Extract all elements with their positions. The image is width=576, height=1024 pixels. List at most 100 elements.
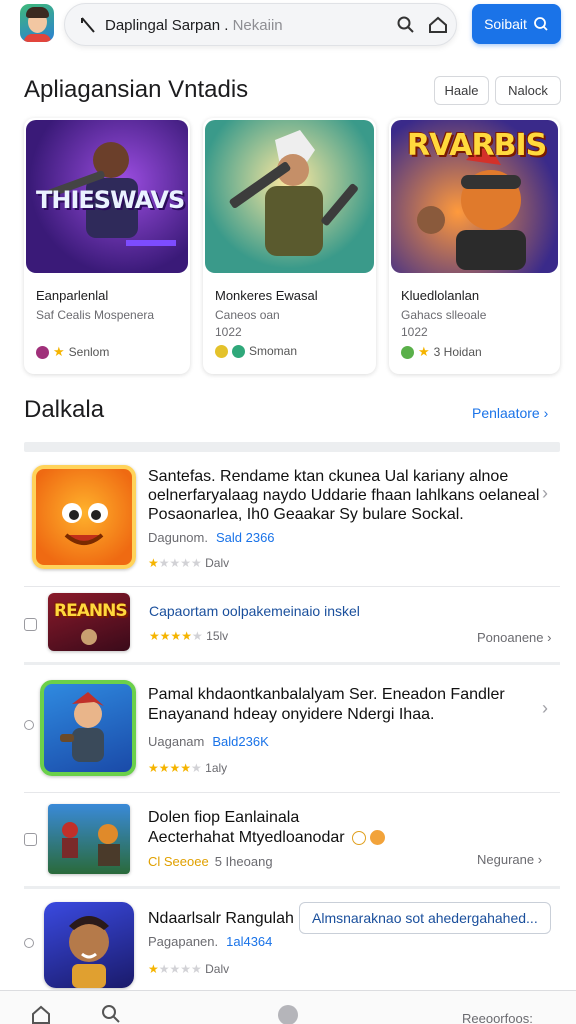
card-year: 1022 (401, 325, 428, 339)
card-meta-label: 3 Hoidan (433, 345, 482, 359)
card-name: Eanparlenlal (36, 288, 109, 303)
app-icon (32, 465, 136, 569)
bottom-nav-label[interactable]: Reeoorfoos: (462, 1011, 533, 1024)
smile-icon (370, 830, 386, 846)
card-name: Kluedlolanlan (401, 288, 480, 303)
rating-text: Dalv (205, 556, 230, 570)
item-action-link[interactable]: Negurane › (477, 852, 542, 867)
see-more-link[interactable]: Penlaatore › (472, 405, 548, 421)
card-name: Monkeres Ewasal (215, 288, 318, 303)
section-divider (24, 442, 560, 452)
list-item[interactable]: Santefas. Rendame ktan ckunea Ual karian… (0, 455, 576, 585)
card-meta-label: Smoman (249, 344, 298, 358)
search-icon[interactable] (395, 14, 417, 36)
search-input[interactable]: Daplingal Sarpan . Nekaiin (105, 17, 283, 34)
app-card[interactable]: Monkeres Ewasal Caneos oan 1022 Smoman (203, 118, 376, 374)
home-icon[interactable] (30, 1003, 52, 1024)
rating-text: 1aly (205, 761, 228, 775)
item-checkbox[interactable] (24, 618, 37, 631)
search-button-label: Soibait (484, 16, 527, 32)
chevron-right-icon[interactable]: › (542, 698, 548, 719)
rating-text: Dalv (205, 962, 230, 976)
star-icon: ★ (53, 344, 65, 359)
badge-icon (232, 344, 245, 358)
item-meta-label: Uaganam (148, 734, 205, 749)
pen-icon (81, 17, 95, 33)
item-description-text: Aecterhahat Mtyedloanodar (148, 829, 345, 846)
item-radio[interactable] (24, 938, 34, 948)
search-icon[interactable] (100, 1003, 122, 1024)
item-title: Dolen fiop Eanlainala (148, 809, 300, 826)
list-item[interactable]: Ndaarlsalr Rangulah Almsnaraknao sot ahe… (0, 892, 576, 988)
card-subtitle: Caneos oan (215, 308, 280, 322)
rating-text: 15lv (206, 629, 229, 643)
card-art-title: THIESWAVS (36, 186, 185, 214)
card-subtitle: Gahacs slleoale (401, 308, 487, 322)
item-description-line: Aecterhahat Mtyedloanodar (148, 828, 386, 847)
row-divider (24, 662, 560, 665)
item-meta-label: Pagapanen. (148, 934, 219, 949)
item-meta-value: Sald 2366 (215, 530, 275, 545)
list-item[interactable]: REANNS Capaortam oolpakemeinaio inskel ★… (0, 590, 576, 660)
item-action-link[interactable]: Ponoanene › (477, 630, 551, 645)
app-artwork: THIESWAVS (26, 120, 188, 273)
card-meta: Smoman (215, 344, 297, 358)
item-description-line: Enayanand hdeay onyidere Ndergi Ihaa. (148, 706, 435, 723)
card-art-title: RVARBIS (407, 128, 547, 163)
item-action-pill[interactable]: Almsnaraknao sot ahedergahahed... (299, 902, 551, 934)
star-icon: ★ (418, 344, 430, 359)
smile-icon (352, 830, 367, 845)
item-description-line: oelnerfaryalaag naydo Uddarie fhaan lahl… (148, 487, 540, 504)
record-icon[interactable] (278, 1005, 298, 1024)
app-card[interactable]: RVARBIS Kluedlolanlan Gahacs slleoale 10… (389, 118, 560, 374)
search-bar[interactable]: Daplingal Sarpan . Nekaiin (64, 3, 457, 46)
item-meta-label: Cl Seeoee (148, 854, 209, 869)
app-card[interactable]: THIESWAVS Eanparlenlal Saf Cealis Mospen… (24, 118, 190, 374)
app-icon (44, 902, 134, 988)
star-rating: ★★★★★ Dalv (148, 962, 230, 976)
app-icon (48, 804, 130, 874)
list-item[interactable]: Pamal khdaontkanbalalyam Ser. Eneadon Fa… (0, 668, 576, 790)
card-meta: ★ Senlom (36, 344, 109, 360)
top-bar: Daplingal Sarpan . Nekaiin Soibait (0, 0, 576, 56)
list-item[interactable]: Dolen fiop Eanlainala Aecterhahat Mtyedl… (0, 796, 576, 884)
search-icon (534, 17, 548, 31)
item-radio[interactable] (24, 720, 34, 730)
row-divider (24, 586, 560, 587)
search-button[interactable]: Soibait (472, 4, 561, 44)
badge-icon (401, 345, 414, 359)
row-divider (24, 792, 560, 793)
card-meta-label: Senlom (68, 345, 110, 359)
app-icon (40, 680, 136, 776)
star-rating: ★★★★★ 1aly (148, 761, 228, 775)
search-hint: Nekaiin (232, 17, 283, 34)
item-meta: Pagapanen. 1al4364 (148, 934, 272, 949)
item-meta: Uaganam Bald236K (148, 734, 269, 749)
card-meta: ★ 3 Hoidan (401, 344, 482, 360)
item-checkbox[interactable] (24, 833, 37, 846)
filter-chip-second[interactable]: Nalock (495, 76, 561, 105)
item-meta-value: 1al4364 (226, 934, 273, 949)
item-meta-value: 5 Iheoang (214, 854, 273, 869)
search-query: Daplingal Sarpan . (105, 17, 229, 34)
chevron-right-icon[interactable]: › (542, 483, 548, 504)
section-title: Apliagansian Vntadis (24, 76, 249, 103)
item-title: Capaortam oolpakemeinaio inskel (149, 603, 360, 619)
item-meta-label: Dagunom. (148, 530, 208, 545)
item-description-line: Posaonarlea, Ih0 Geaakar Sy bulare Socka… (148, 506, 464, 523)
soldier-figure-image (229, 130, 358, 256)
row-divider (24, 886, 560, 889)
item-meta: Dagunom. Sald 2366 (148, 530, 275, 545)
section-title: Dalkala (24, 396, 105, 423)
filter-chip-first[interactable]: Haale (434, 76, 489, 105)
badge-icon (36, 345, 49, 359)
item-meta-value: Bald236K (212, 734, 269, 749)
item-description-line: Santefas. Rendame ktan ckunea Ual karian… (148, 468, 509, 485)
bottom-nav: Reeoorfoos: (0, 990, 576, 1024)
app-icon: REANNS (48, 593, 130, 651)
avatar[interactable] (20, 4, 54, 42)
item-title: Ndaarlsalr Rangulah (148, 910, 294, 927)
item-description-line: Pamal khdaontkanbalalyam Ser. Eneadon Fa… (148, 686, 505, 703)
home-icon[interactable] (427, 14, 449, 36)
card-subtitle: Saf Cealis Mospenera (36, 308, 155, 322)
